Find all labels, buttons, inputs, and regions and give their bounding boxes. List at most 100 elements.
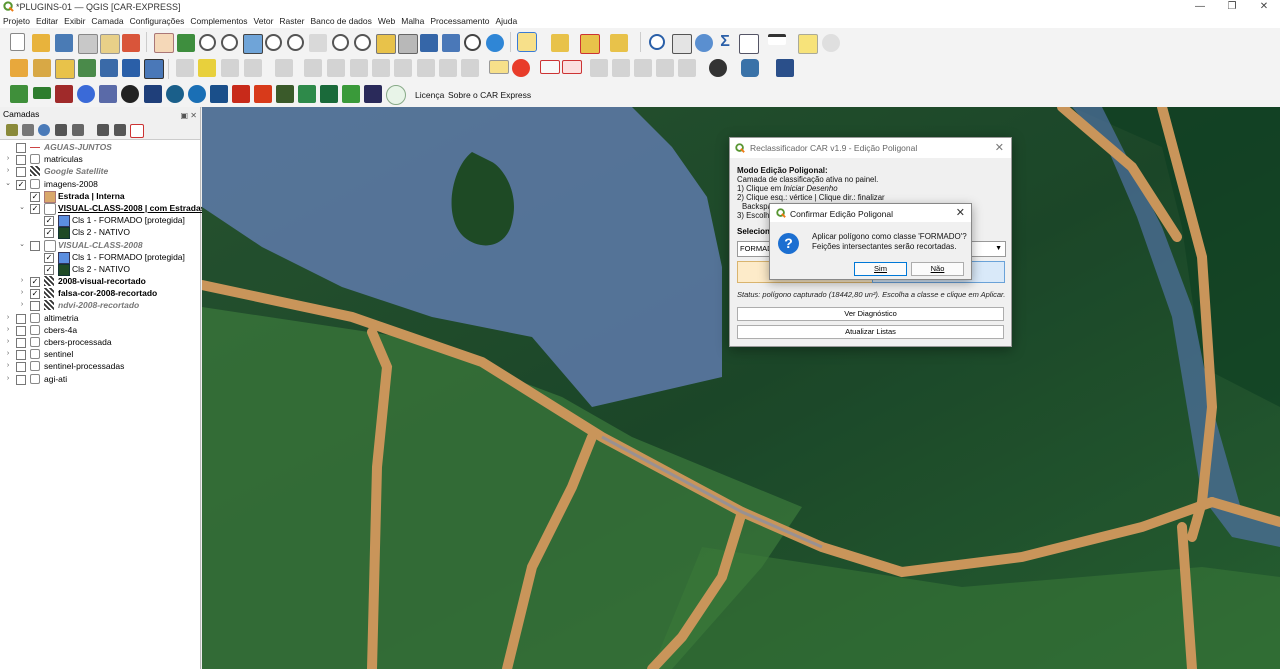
- identify-icon[interactable]: [649, 34, 665, 50]
- layer-row[interactable]: › altimetria: [0, 312, 200, 324]
- plugin-11-icon[interactable]: [232, 85, 250, 103]
- maximize-button[interactable]: ❐: [1216, 0, 1248, 14]
- expand-chevron-icon[interactable]: ›: [18, 299, 26, 311]
- layer-row[interactable]: ⌄ VISUAL-CLASS-2008: [0, 239, 200, 252]
- temporal-controller-icon[interactable]: [464, 34, 481, 51]
- modify-attributes-icon[interactable]: [304, 59, 322, 77]
- layout-manager-icon[interactable]: [100, 34, 120, 54]
- menu-vetor[interactable]: Vetor: [251, 14, 277, 28]
- license-button[interactable]: Licença: [415, 90, 444, 100]
- plugin-globe-icon[interactable]: [709, 59, 727, 77]
- current-edits-icon[interactable]: [176, 59, 194, 77]
- menu-configuracoes[interactable]: Configurações: [127, 14, 188, 28]
- menu-editar[interactable]: Editar: [33, 14, 61, 28]
- layer-row[interactable]: ✓ Cls 2 - NATIVO: [0, 263, 200, 276]
- refresh-lists-button[interactable]: Atualizar Listas: [737, 325, 1004, 339]
- layer-row[interactable]: › Google Satellite: [0, 165, 200, 178]
- help-icon[interactable]: [776, 59, 794, 77]
- deselect-features-icon[interactable]: [580, 34, 600, 54]
- label-tool-5-icon[interactable]: [678, 59, 696, 77]
- layer-row[interactable]: › ✓ 2008-visual-recortado: [0, 275, 200, 288]
- plugin-14-icon[interactable]: [298, 85, 316, 103]
- layer-row[interactable]: ✓ Estrada | Interna: [0, 190, 200, 203]
- expand-chevron-icon[interactable]: ›: [4, 165, 12, 177]
- paste-features-icon[interactable]: [394, 59, 412, 77]
- plugin-9-icon[interactable]: [188, 85, 206, 103]
- data-source-manager-icon[interactable]: [10, 59, 28, 77]
- expand-chevron-icon[interactable]: ›: [4, 312, 12, 324]
- toolbox-gear-icon[interactable]: [695, 34, 713, 52]
- attribute-table-icon[interactable]: [672, 34, 692, 54]
- zoom-last-icon[interactable]: [332, 34, 349, 51]
- layer-visibility-checkbox[interactable]: ✓: [44, 252, 54, 263]
- zoom-next-icon[interactable]: [354, 34, 371, 51]
- layer-row[interactable]: › sentinel: [0, 348, 200, 361]
- expand-chevron-icon[interactable]: ›: [4, 336, 12, 348]
- filter-expression-icon[interactable]: [72, 124, 84, 136]
- menu-camada[interactable]: Camada: [88, 14, 126, 28]
- pan-hand-icon[interactable]: [154, 33, 174, 53]
- plugin-16-icon[interactable]: [342, 85, 360, 103]
- open-styling-icon[interactable]: [6, 124, 18, 136]
- plugin-7-icon[interactable]: [144, 85, 162, 103]
- expand-chevron-icon[interactable]: ⌄: [18, 239, 26, 251]
- layer-row[interactable]: ⌄ ✓ imagens-2008: [0, 178, 200, 190]
- layer-visibility-checkbox[interactable]: [30, 301, 40, 312]
- plugin-6-icon[interactable]: [121, 85, 139, 103]
- plugin-18-icon[interactable]: [386, 85, 406, 105]
- layer-row[interactable]: › cbers-4a: [0, 324, 200, 336]
- add-vector-layer-icon[interactable]: [55, 59, 75, 79]
- show-bookmarks-icon[interactable]: [442, 34, 460, 52]
- layer-row[interactable]: › agi-ati: [0, 373, 200, 385]
- expand-all-icon[interactable]: [97, 124, 109, 136]
- layer-visibility-checkbox[interactable]: ✓: [30, 277, 40, 288]
- about-car-express-button[interactable]: Sobre o CAR Express: [448, 90, 531, 100]
- undo-icon[interactable]: [417, 59, 435, 77]
- zoom-layer-icon[interactable]: [287, 34, 304, 51]
- no-button[interactable]: Não: [911, 262, 964, 276]
- open-project-icon[interactable]: [32, 34, 50, 52]
- plugin-1-icon[interactable]: [10, 85, 28, 103]
- new-print-layout-icon[interactable]: [78, 34, 98, 54]
- layer-visibility-checkbox[interactable]: [30, 240, 40, 251]
- confirm-close-icon[interactable]: ✕: [956, 206, 965, 219]
- layer-visibility-checkbox[interactable]: ✓: [44, 228, 54, 239]
- expand-chevron-icon[interactable]: ›: [4, 373, 12, 385]
- layer-row[interactable]: › ✓ falsa-cor-2008-recortado: [0, 287, 200, 300]
- label-highlight-icon[interactable]: [540, 60, 560, 74]
- identify-features-icon[interactable]: [517, 32, 537, 52]
- layer-visibility-checkbox[interactable]: [16, 313, 26, 324]
- layer-visibility-checkbox[interactable]: ✓: [30, 203, 40, 214]
- refresh-icon[interactable]: [486, 34, 504, 52]
- layer-visibility-checkbox[interactable]: ✓: [16, 179, 26, 190]
- close-window-button[interactable]: ✕: [1248, 0, 1280, 14]
- python-console-icon[interactable]: [741, 59, 759, 77]
- filter-legend-icon[interactable]: [55, 124, 67, 136]
- layer-row[interactable]: › sentinel-processadas: [0, 360, 200, 373]
- menu-web[interactable]: Web: [375, 14, 398, 28]
- zoom-selection-icon[interactable]: [265, 34, 282, 51]
- menu-malha[interactable]: Malha: [398, 14, 427, 28]
- new-map-view-icon[interactable]: [376, 34, 396, 54]
- layer-visibility-checkbox[interactable]: [16, 325, 26, 336]
- add-wms-icon[interactable]: [122, 59, 140, 77]
- zoom-in-icon[interactable]: [199, 34, 216, 51]
- label-tool-3-icon[interactable]: [634, 59, 652, 77]
- cut-features-icon[interactable]: [350, 59, 368, 77]
- map-tips-icon[interactable]: [798, 34, 818, 54]
- expand-chevron-icon[interactable]: ⌄: [18, 202, 26, 214]
- layer-visibility-checkbox[interactable]: [16, 362, 26, 373]
- diagnostic-button[interactable]: Ver Diagnóstico: [737, 307, 1004, 321]
- label-rotate-icon[interactable]: [562, 60, 582, 74]
- expand-chevron-icon[interactable]: ›: [4, 348, 12, 360]
- copy-features-icon[interactable]: [372, 59, 390, 77]
- expand-chevron-icon[interactable]: ⌄: [4, 178, 12, 190]
- add-group-icon[interactable]: [22, 124, 34, 136]
- layer-visibility-checkbox[interactable]: [16, 155, 26, 166]
- layer-row[interactable]: AGUAS-JUNTOS: [0, 141, 200, 153]
- vertex-tool-icon[interactable]: [275, 59, 293, 77]
- layer-row[interactable]: ✓ Cls 1 - FORMADO [protegida]: [0, 214, 200, 228]
- add-wfs-icon[interactable]: [144, 59, 164, 79]
- manage-themes-icon[interactable]: [38, 124, 50, 136]
- menu-banco-de-dados[interactable]: Banco de dados: [307, 14, 374, 28]
